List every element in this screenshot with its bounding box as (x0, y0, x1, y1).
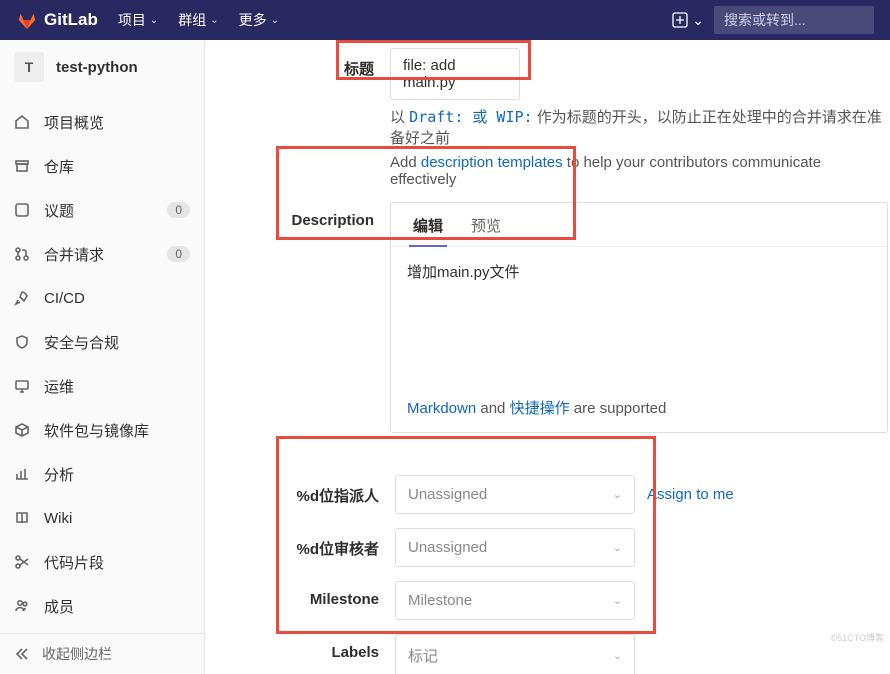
markdown-link[interactable]: Markdown (407, 400, 476, 417)
book-icon (14, 510, 30, 526)
quick-actions-link[interactable]: 快捷操作 (510, 400, 570, 417)
chevron-down-icon: ⌄ (613, 594, 622, 607)
chevron-down-icon: ⌄ (150, 15, 158, 26)
monitor-icon (14, 378, 30, 394)
home-icon (14, 114, 30, 130)
archive-icon (14, 158, 30, 174)
gitlab-logo[interactable]: GitLab (16, 9, 98, 31)
tab-preview[interactable]: 预览 (457, 203, 515, 246)
shield-icon (14, 334, 30, 350)
nav-projects[interactable]: 项目⌄ (108, 10, 168, 30)
mr-count-badge: 0 (167, 246, 190, 262)
scissors-icon (14, 554, 30, 570)
sidebar-menu: 项目概览 仓库 议题0 合并请求0 CI/CD 安全与合规 运维 软件包与镜像库… (0, 94, 204, 628)
labels-label: Labels (285, 634, 395, 674)
users-icon (14, 598, 30, 614)
chart-icon (14, 466, 30, 482)
milestone-select[interactable]: Milestone⌄ (395, 581, 635, 620)
rocket-icon (14, 290, 30, 306)
sidebar-item-merge-requests[interactable]: 合并请求0 (0, 232, 204, 276)
chevron-down-icon: ⌄ (613, 649, 622, 662)
chevron-down-icon: ⌄ (271, 15, 279, 26)
chevron-double-left-icon (14, 646, 30, 662)
wip-prefix-link[interactable]: WIP: (496, 108, 532, 126)
sidebar-item-members[interactable]: 成员 (0, 584, 204, 628)
sidebar-item-operations[interactable]: 运维 (0, 364, 204, 408)
issues-icon (14, 202, 30, 218)
merge-request-form: 标题 file: add main.py 以 Draft: 或 WIP: 作为标… (205, 40, 890, 674)
project-sidebar: T test-python 项目概览 仓库 议题0 合并请求0 CI/CD 安全… (0, 40, 205, 674)
assign-to-me-link[interactable]: Assign to me (647, 486, 734, 503)
plus-box-icon (672, 12, 688, 28)
sidebar-item-analytics[interactable]: 分析 (0, 452, 204, 496)
sidebar-item-security[interactable]: 安全与合规 (0, 320, 204, 364)
tab-edit[interactable]: 编辑 (399, 203, 457, 246)
project-avatar: T (14, 52, 44, 82)
collapse-sidebar[interactable]: 收起侧边栏 (0, 633, 204, 674)
gitlab-icon (16, 9, 38, 31)
sidebar-item-packages[interactable]: 软件包与镜像库 (0, 408, 204, 452)
nav-plus-menu[interactable]: ⌄ (662, 12, 714, 29)
sidebar-item-issues[interactable]: 议题0 (0, 188, 204, 232)
global-search-input[interactable] (714, 6, 874, 34)
brand-text: GitLab (44, 10, 98, 30)
template-hint: Add description templates to help your c… (390, 154, 890, 188)
nav-groups[interactable]: 群组⌄ (168, 10, 228, 30)
description-footer: Markdown and 快捷操作 are supported (391, 387, 887, 432)
assignee-label: %d位指派人 (285, 475, 395, 514)
watermark: ©51CTO博客 (831, 631, 884, 644)
description-templates-link[interactable]: description templates (421, 154, 563, 171)
assignee-select[interactable]: Unassigned⌄ (395, 475, 635, 514)
project-header[interactable]: T test-python (0, 40, 204, 94)
chevron-down-icon: ⌄ (692, 12, 704, 29)
package-icon (14, 422, 30, 438)
description-textarea[interactable]: 增加main.py文件 (391, 247, 887, 387)
reviewer-select[interactable]: Unassigned⌄ (395, 528, 635, 567)
top-navbar: GitLab 项目⌄ 群组⌄ 更多⌄ ⌄ (0, 0, 890, 40)
sidebar-item-repo[interactable]: 仓库 (0, 144, 204, 188)
description-label: Description (285, 202, 390, 433)
chevron-down-icon: ⌄ (613, 488, 622, 501)
project-name: test-python (56, 59, 138, 76)
sidebar-item-snippets[interactable]: 代码片段 (0, 540, 204, 584)
sidebar-item-overview[interactable]: 项目概览 (0, 100, 204, 144)
sidebar-item-cicd[interactable]: CI/CD (0, 276, 204, 320)
merge-icon (14, 246, 30, 262)
chevron-down-icon: ⌄ (613, 541, 622, 554)
milestone-label: Milestone (285, 581, 395, 620)
reviewer-label: %d位审核者 (285, 528, 395, 567)
description-editor: 编辑 预览 增加main.py文件 Markdown and 快捷操作 are … (390, 202, 888, 433)
sidebar-item-wiki[interactable]: Wiki (0, 496, 204, 540)
nav-more[interactable]: 更多⌄ (229, 10, 289, 30)
draft-prefix-link[interactable]: Draft: (409, 108, 463, 126)
title-input[interactable]: file: add main.py (390, 48, 520, 100)
labels-select[interactable]: 标记⌄ (395, 634, 635, 674)
title-label: 标题 (285, 48, 390, 188)
issues-count-badge: 0 (167, 202, 190, 218)
chevron-down-icon: ⌄ (210, 15, 218, 26)
draft-hint: 以 Draft: 或 WIP: 作为标题的开头，以防止正在处理中的合并请求在准备… (390, 106, 890, 148)
